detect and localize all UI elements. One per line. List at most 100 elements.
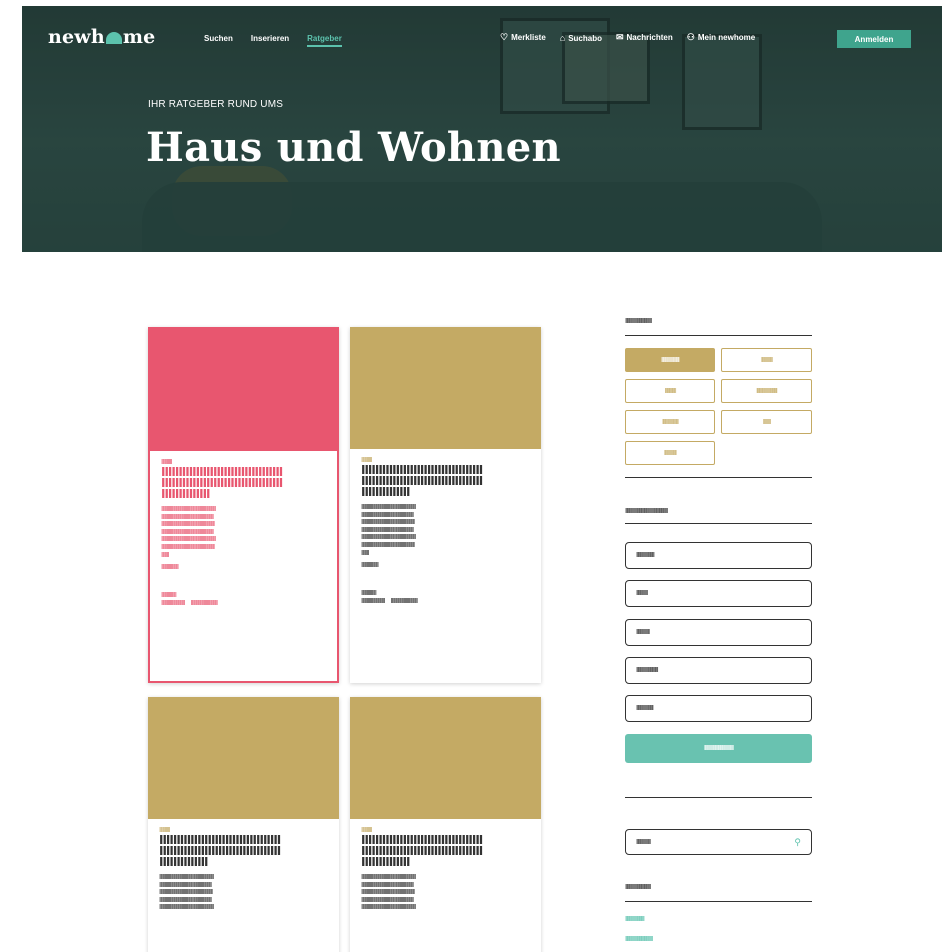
article-meta: IIIIIIIIIIIIII [161, 591, 177, 600]
article-text: IIIIIII [161, 551, 169, 559]
sidebar-link[interactable]: IIIIIIIIIIIIIIIIIIII [625, 916, 645, 923]
article-card[interactable]: IIIIIIIIII IIIIIIIIIIIIIIIIIIIIIIIIIIIIII… [148, 697, 339, 952]
login-button[interactable]: Anmelden [837, 30, 911, 48]
mein-newhome-link[interactable]: ⚇ Mein newhome [687, 32, 755, 43]
article-title: IIIIIIIIIIIIII [361, 857, 411, 868]
article-text: IIIIIIIIIIIIIIIIIIIIIIIIIIIIIIIIIIIIIIII… [161, 543, 215, 551]
divider [625, 901, 812, 902]
article-text: IIIIIIIIIIIIIIIIIIIIIIIIIIIIIIIIIIIIIIII… [159, 904, 214, 912]
article-text: IIIIIIIIIIIIIIIIIIIIIIIIIIIIIIIIIIIIIIII… [361, 874, 416, 881]
article-title: IIIIIIIIIIIIII [161, 489, 211, 500]
nachrichten-label: Nachrichten [626, 33, 673, 42]
article-text: IIIIIIIIIIIIIIIIIIIIIIIIIIIIIIIIIIIIIIII… [159, 881, 212, 889]
categories-heading: IIIIIIIIIIIIIIIIIIIIIIIIIIIII [625, 318, 653, 325]
article-title: IIIIIIIIIIIIIIIIIIIIIIIIIIIIIIIIIII [361, 465, 483, 476]
category-chip[interactable]: IIIIIIIIIIIII [625, 441, 715, 465]
nav-item-inserieren[interactable]: Inserieren [251, 34, 289, 47]
form-heading: IIIIIIIIIIIIIIIIIIIIIIIIIIIIIIIIIIIIIIII… [625, 508, 669, 515]
article-text: IIIIIIIIIIIIIIIIIIIIIIIIIIIIIIIIIIIIIIII… [161, 513, 214, 521]
article-text: IIIIIIIIIIIIIIIIIIIIIIIIIIIIIIIIIIIIIIII… [361, 519, 415, 527]
article-kicker: IIIIIIIIII [361, 826, 373, 834]
category-chip[interactable]: IIIIIIIIIIII [625, 379, 715, 403]
category-chip[interactable]: IIIIIIIIIIIIIIIII [625, 410, 715, 434]
page-title: Haus und Wohnen [146, 124, 561, 171]
article-title: IIIIIIIIIIIIIIIIIIIIIIIIIIIIIIIIIII [161, 478, 283, 489]
article-text: IIIIIIIIIIIIIIIIIIIIIIIIIIIIIIIIIIIIIIII… [161, 506, 216, 513]
merkliste-link[interactable]: ♡ Merkliste [500, 32, 546, 43]
logo[interactable]: newh me [48, 26, 155, 48]
article-text: IIIIIIIIIIIIIIIIIIIIIIIIIIIIIIIIIIIIIIII… [361, 889, 415, 897]
article-text: IIIIIIIIIIIIIIIIIIIIIIIIIIIIIIIIIIIIIIII… [159, 896, 212, 904]
links-heading: IIIIIIIIIIIIIIIIIIIIIIIIIIII [625, 884, 652, 891]
article-title: IIIIIIIIIIIIIIIIIIIIIIIIIIIIIIIIIII [159, 835, 281, 846]
article-title: IIIIIIIIIIIIIIIIIIIIIIIIIIIIIIIIIII [361, 476, 483, 487]
house-icon [105, 32, 122, 44]
article-body: IIIIIIIIII IIIIIIIIIIIIIIIIIIIIIIIIIIIIII… [148, 819, 339, 919]
nav-item-suchen[interactable]: Suchen [204, 34, 233, 47]
article-image [150, 329, 337, 451]
article-image [148, 697, 339, 819]
article-title: IIIIIIIIIIIIIIIIIIIIIIIIIIIIIIIIIII [159, 846, 281, 857]
article-title: IIIIIIIIIIIIII [159, 857, 209, 868]
article-text: IIIIIIIIIIIIIIIIIIIIIIIIIIIIIIIIIIIIIIII… [159, 889, 213, 897]
article-text: IIIIIIIIIIIIIIIIIIIIIIIIIIIIIIIIIIIIIIII… [361, 504, 416, 511]
article-image [350, 697, 541, 819]
sidebar-link[interactable]: IIIIIIIIIIIIIIIIIIIIIIIIIIIII [625, 936, 653, 943]
form-field[interactable]: IIIIIIIIIIIIIIIIIIIIIII [625, 657, 812, 684]
divider [625, 523, 812, 524]
main-nav: Suchen Inserieren Ratgeber [204, 34, 342, 47]
article-text: IIIIIIIIIIIIIIIIIIIIIIIIIIIIIIIIIIIIIIII… [161, 528, 214, 536]
logo-text-end: me [122, 26, 156, 48]
article-meta: IIIIIIIIIIIIIIIIIIIIII IIIIIIIIIIIIIIIII… [361, 597, 530, 605]
article-title: IIIIIIIIIIIIIIIIIIIIIIIIIIIIIIIIIII [361, 835, 483, 846]
article-kicker: IIIIIIIIII [159, 826, 171, 834]
form-field[interactable]: IIIIIIIIIIIIIIIIIII [625, 542, 812, 569]
utility-nav: ♡ Merkliste ⌂ Suchabo ✉ Nachrichten ⚇ Mein n… [500, 32, 755, 43]
article-text: IIIIIIIIIIIIIIIIIIIIIIIIIIIIIIIIIIIIIIII… [361, 541, 415, 549]
article-image [350, 327, 541, 449]
logo-text-start: newh [48, 26, 105, 48]
article-text: IIIIIIIIIIIIIIIIIIIIIIIIIIIIIIIIIIIIIIII… [361, 904, 416, 912]
submit-button[interactable]: IIIIIIIIIIIIIIIIIIIIIIIIIIIIIII [625, 734, 812, 763]
category-chip[interactable]: IIIIIIIIIIII [721, 348, 812, 372]
article-meta-author: IIIIIIIIIIIIIIIIIIIIIIIII [390, 597, 419, 606]
category-chip[interactable]: IIIIIIII [721, 410, 812, 434]
article-body: IIIIIIIIII IIIIIIIIIIIIIIIIIIIIIIIIIIIIII… [350, 819, 541, 919]
article-kicker: IIIIIIIIII [161, 458, 173, 466]
article-text: IIIIIIIIIIIIIIIIIIIIIIIIIIIIIIIIIIIIIIII… [161, 536, 216, 544]
form-field[interactable]: IIIIIIIIIIIIII [625, 619, 812, 646]
form-field[interactable]: IIIIIIIIIIIIIIIIII [625, 695, 812, 722]
article-title: IIIIIIIIIIIIIIIIIIIIIIIIIIIIIIIIIII [361, 846, 483, 857]
article-meta: IIIIIIIIIIIIII [361, 589, 377, 598]
read-more-link[interactable]: IIIIIIIIIIIIIIII [161, 563, 326, 571]
article-title: IIIIIIIIIIIIIIIIIIIIIIIIIIIIIIIIIII [161, 467, 283, 478]
nav-item-ratgeber[interactable]: Ratgeber [307, 34, 342, 47]
article-meta-date: IIIIIIIIIIIIIIIIIIIIII [361, 597, 385, 606]
article-meta-author: IIIIIIIIIIIIIIIIIIIIIIIII [190, 599, 219, 608]
category-chip[interactable]: IIIIIIIIIIIIIIIIIIIIII [721, 379, 812, 403]
heart-icon: ♡ [500, 32, 509, 42]
suchabo-label: Suchabo [568, 33, 602, 43]
user-icon: ⚇ [686, 32, 695, 42]
suchabo-link[interactable]: ⌂ Suchabo [560, 33, 602, 43]
divider [625, 477, 812, 478]
article-body: IIIIIIIIII IIIIIIIIIIIIIIIIIIIIIIIIIIIIII… [150, 451, 337, 614]
article-card[interactable]: IIIIIIIIII IIIIIIIIIIIIIIIIIIIIIIIIIIIIII… [148, 327, 339, 683]
article-text: IIIIIIIIIIIIIIIIIIIIIIIIIIIIIIIIIIIIIIII… [361, 526, 414, 534]
nachrichten-link[interactable]: ✉ Nachrichten [616, 32, 673, 43]
search-input[interactable]: IIIIIIIIIIIIIII ⚲ [625, 829, 812, 855]
article-text: IIIIIII [361, 549, 369, 557]
bell-icon: ⌂ [559, 32, 566, 43]
mein-newhome-label: Mein newhome [697, 33, 756, 42]
read-more-link[interactable]: IIIIIIIIIIIIIIII [361, 561, 530, 569]
article-text: IIIIIIIIIIIIIIIIIIIIIIIIIIIIIIIIIIIIIIII… [159, 874, 214, 881]
article-title: IIIIIIIIIIIIII [361, 487, 411, 498]
article-card[interactable]: IIIIIIIIII IIIIIIIIIIIIIIIIIIIIIIIIIIIIII… [350, 327, 541, 683]
category-chip[interactable]: IIIIIIIIIIIIIIIIIII [625, 348, 715, 372]
article-text: IIIIIIIIIIIIIIIIIIIIIIIIIIIIIIIIIIIIIIII… [161, 521, 215, 529]
article-meta: IIIIIIIIIIIIIIIIIIIIII IIIIIIIIIIIIIIIII… [161, 599, 326, 607]
article-text: IIIIIIIIIIIIIIIIIIIIIIIIIIIIIIIIIIIIIIII… [361, 511, 414, 519]
article-card[interactable]: IIIIIIIIII IIIIIIIIIIIIIIIIIIIIIIIIIIIIII… [350, 697, 541, 952]
form-field[interactable]: IIIIIIIIIIII [625, 580, 812, 607]
search-icon[interactable]: ⚲ [794, 837, 801, 848]
